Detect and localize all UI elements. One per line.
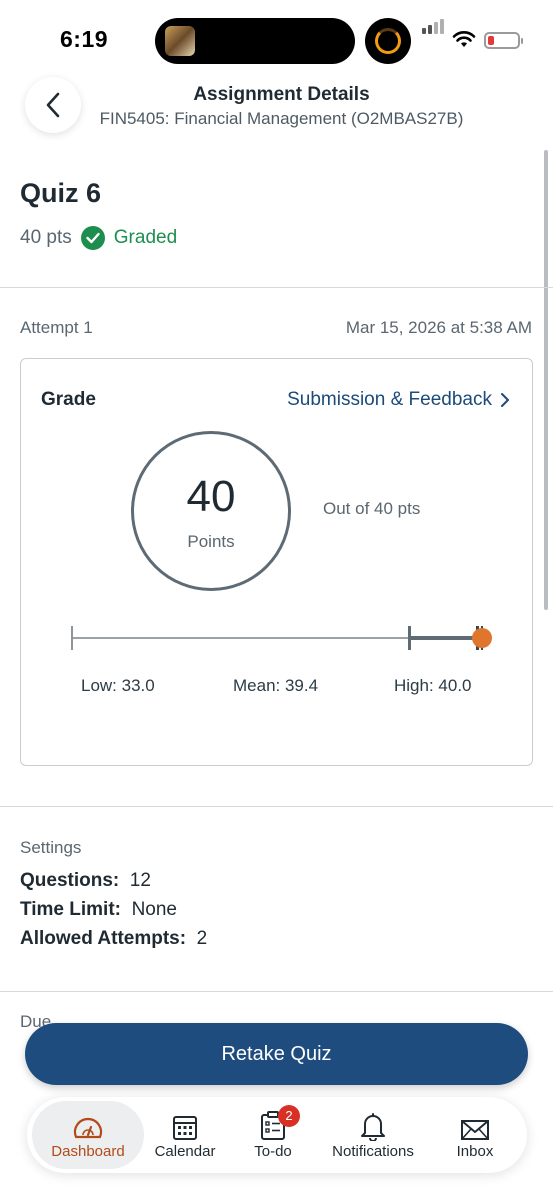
setting-time-limit: Time Limit: None — [20, 899, 177, 921]
tab-calendar[interactable]: Calendar — [145, 1101, 225, 1169]
tab-label: Notifications — [332, 1142, 414, 1160]
tab-todo[interactable]: 2 To-do — [235, 1101, 311, 1169]
tab-inbox[interactable]: Inbox — [437, 1101, 513, 1169]
status-badge: Graded — [113, 227, 178, 248]
setting-questions-value: 12 — [129, 870, 151, 891]
timer-icon — [375, 28, 401, 54]
setting-time-limit-label: Time Limit: — [20, 899, 121, 920]
your-score-marker — [472, 628, 492, 648]
chevron-right-icon — [501, 393, 509, 407]
score-range-quartile-marker — [408, 626, 411, 650]
activity-indicator — [365, 18, 411, 64]
setting-time-limit-value: None — [131, 899, 177, 920]
checkmark-icon — [80, 226, 105, 250]
score-range-box — [409, 636, 481, 640]
dashboard-icon — [73, 1117, 103, 1138]
tab-label: To-do — [254, 1142, 292, 1160]
grade-card: Grade Submission & Feedback 40 Points Ou… — [20, 358, 533, 766]
submission-feedback-label: Submission & Feedback — [287, 389, 492, 410]
divider — [0, 991, 553, 992]
battery-icon — [484, 32, 523, 49]
score-unit: Points — [187, 532, 235, 551]
bottom-tab-bar: Dashboard Calendar 2 To-do Notifications… — [27, 1097, 527, 1173]
bell-icon — [361, 1112, 385, 1141]
tab-label: Dashboard — [51, 1142, 125, 1160]
divider — [0, 806, 553, 807]
divider — [0, 287, 553, 288]
todo-count-badge: 2 — [278, 1104, 300, 1127]
score-range-low-marker — [71, 626, 73, 650]
assignment-points: 40 pts — [20, 227, 72, 248]
setting-attempts-value: 2 — [196, 928, 208, 949]
course-name: FIN5405: Financial Management (O2MBAS27B… — [99, 109, 464, 128]
retake-quiz-button[interactable]: Retake Quiz — [25, 1023, 528, 1085]
status-bar: 6:19 — [0, 0, 553, 80]
setting-allowed-attempts: Allowed Attempts: 2 — [20, 928, 207, 950]
attempt-date: Mar 15, 2026 at 5:38 AM — [345, 318, 532, 337]
tab-label: Inbox — [456, 1142, 494, 1160]
status-time: 6:19 — [60, 26, 109, 52]
tab-dashboard[interactable]: Dashboard — [32, 1101, 144, 1169]
dynamic-island — [155, 18, 355, 64]
calendar-icon — [173, 1115, 197, 1140]
submission-feedback-link[interactable]: Submission & Feedback — [287, 389, 510, 411]
tab-notifications[interactable]: Notifications — [323, 1101, 423, 1169]
stat-low: Low: 33.0 — [81, 676, 155, 695]
setting-questions-label: Questions: — [20, 870, 120, 891]
scrollbar[interactable] — [544, 150, 548, 610]
stat-high: High: 40.0 — [394, 676, 472, 695]
mail-icon — [461, 1119, 489, 1140]
score-circle: 40 Points — [131, 431, 291, 591]
settings-label: Settings — [20, 838, 82, 857]
tab-label: Calendar — [154, 1142, 216, 1160]
setting-questions: Questions: 12 — [20, 870, 151, 892]
wifi-icon — [452, 31, 476, 47]
battery-level — [488, 36, 494, 45]
setting-attempts-label: Allowed Attempts: — [20, 928, 187, 949]
grade-label: Grade — [41, 389, 96, 410]
score-value: 40 — [186, 472, 236, 521]
page-title: Assignment Details — [193, 84, 370, 105]
assignment-title: Quiz 6 — [20, 178, 102, 208]
stat-mean: Mean: 39.4 — [233, 676, 319, 695]
now-playing-thumbnail — [165, 26, 195, 56]
attempt-label: Attempt 1 — [20, 318, 93, 337]
points-possible: Out of 40 pts — [323, 499, 421, 518]
assignment-meta: 40 pts Graded — [20, 226, 177, 250]
